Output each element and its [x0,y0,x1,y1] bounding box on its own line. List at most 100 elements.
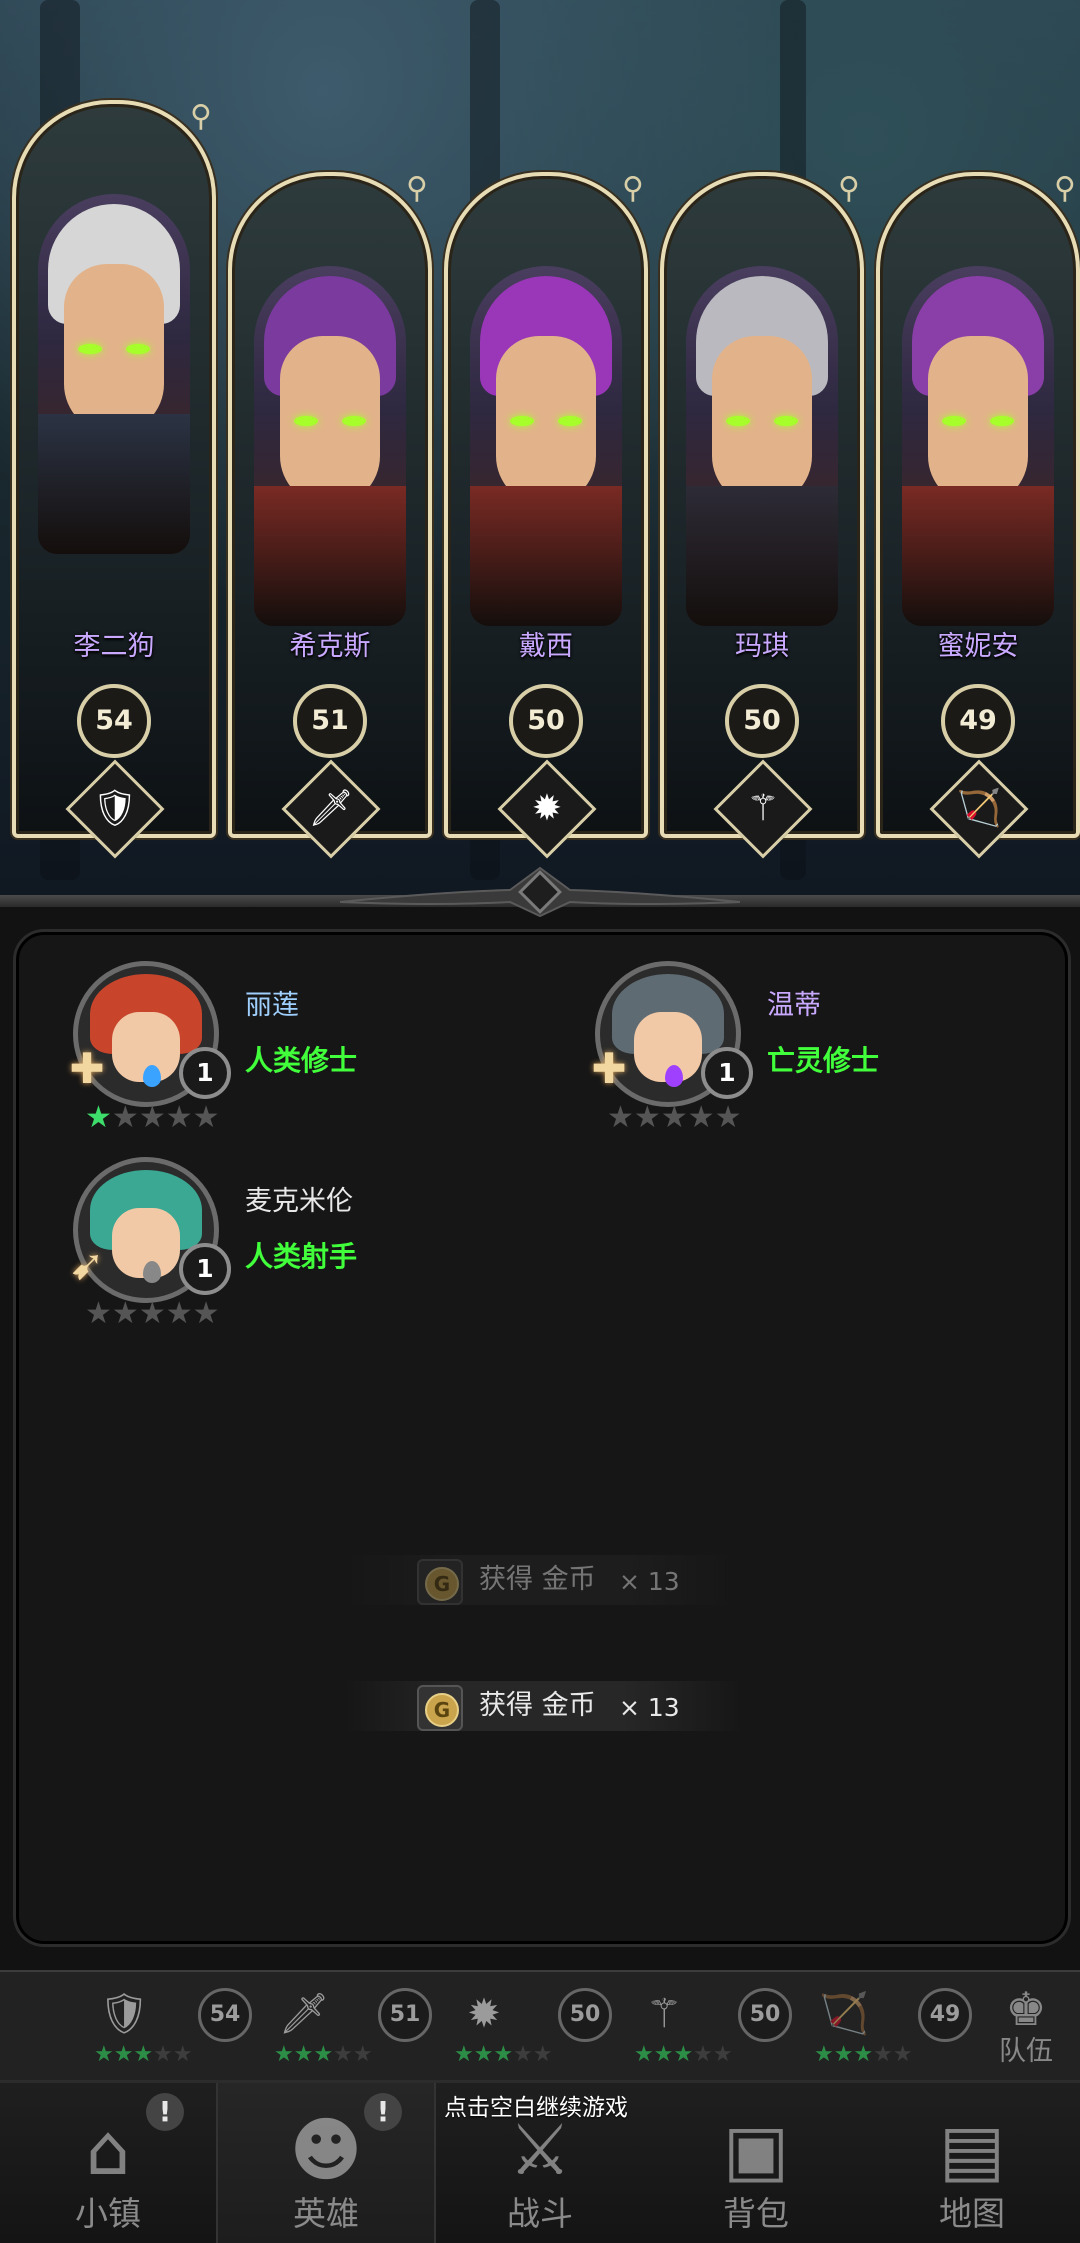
team-slot-level: 54 [198,1988,252,2042]
team-slot-stars: ★★★★★ [634,2042,733,2067]
hero-portrait [902,266,1054,626]
hero-eye [726,416,750,426]
crossbow-icon: ➹ [69,1240,105,1289]
hero-portrait [686,266,838,626]
hero-name: 蜜妮安 [937,631,1019,662]
coin-icon: G [417,1685,463,1731]
hero-card[interactable]: ⚲ 玛琪 50 ⚚ [660,171,864,859]
team-slot[interactable]: 🛡 54 ★★★★★ [88,1984,258,2067]
team-button[interactable]: ♚ 队伍 [976,1984,1076,2074]
hero-eye [942,416,966,426]
hero-name: 戴西 [519,631,573,662]
star-icon: ★ [633,1100,661,1135]
element-gem [143,1065,161,1087]
team-slot[interactable]: ✹ 50 ★★★★★ [448,1984,618,2067]
hero-armor [470,486,622,626]
nav-tab-4[interactable]: ▤ 地图 [864,2083,1080,2243]
team-slot-stars: ★★★★★ [274,2042,373,2067]
hero-level-badge: 49 [941,684,1015,758]
star-icon: ★ [165,1296,193,1331]
hero-armor [38,414,190,554]
team-slot[interactable]: ⚚ 50 ★★★★★ [628,1984,798,2067]
team-slot-level: 50 [738,1988,792,2042]
alert-icon: ! [146,2093,184,2131]
hero-type: 亡灵修士 [767,1044,880,1077]
nav-tab-3[interactable]: ▣ 背包 [648,2083,864,2243]
star-icon: ★ [111,1296,139,1331]
map-icon: ▤ [938,2109,1006,2191]
hero-name: 丽莲 [245,990,299,1021]
hero-card[interactable]: ⚲ 希克斯 51 🗡 [228,171,432,859]
hero-name: 李二狗 [73,631,155,662]
hero-list-item[interactable]: ✚ 1 ★★★★★ 丽莲 人类修士 [19,961,519,1141]
star-icon: ★ [138,1100,166,1135]
coin-icon: G [417,1559,463,1605]
shield-icon: 🛡 [92,788,138,829]
hero-level-badge: 1 [701,1047,753,1099]
magnify-icon[interactable]: ⚲ [398,170,436,208]
hero-eye [126,344,150,354]
magnify-icon[interactable]: ⚲ [614,170,652,208]
star-icon: ★ [85,1296,112,1331]
hero-level-badge: 1 [179,1047,231,1099]
hero-name: 玛琪 [735,631,789,662]
hero-portrait [254,266,406,626]
magnify-icon[interactable]: ⚲ [830,170,868,208]
hero-portrait [38,194,190,554]
team-slot[interactable]: 🗡 51 ★★★★★ [268,1984,438,2067]
team-slot[interactable]: 🏹 49 ★★★★★ [808,1984,978,2067]
dagger-icon: 🗡 [308,788,354,829]
star-icon: ★ [714,1100,742,1135]
hero-list-item[interactable]: ✚ 1 ★★★★★ 温蒂 亡灵修士 [541,961,1041,1141]
nav-tab-label: 英雄 [293,2194,359,2233]
team-slot-stars: ★★★★★ [454,2042,553,2067]
nav-tab-1[interactable]: ☻ 英雄! [216,2083,436,2243]
hero-list-item[interactable]: ➹ 1 ★★★★★ 麦克米伦 人类射手 [19,1157,519,1337]
magnify-icon[interactable]: ⚲ [1046,170,1080,208]
nav-tab-label: 战斗 [507,2194,573,2233]
star-icon: ★ [138,1296,166,1331]
star-icon: ★ [660,1100,688,1135]
nav-tab-0[interactable]: ⌂ 小镇! [0,2083,216,2243]
staff-icon: ⚚ [746,788,780,829]
hero-card[interactable]: ⚲ 李二狗 54 🛡 [12,99,216,859]
town-icon: ⌂ [85,2109,131,2191]
hero-card[interactable]: ⚲ 蜜妮安 49 🏹 [876,170,1080,859]
team-slot-level: 49 [918,1988,972,2042]
reward-toast: G 获得 金币 × 13 [343,1555,743,1605]
star-icon: ★ [165,1100,193,1135]
hero-eye [294,416,318,426]
reward-qty: × 13 [619,1567,680,1596]
hero-card[interactable]: ⚲ 戴西 50 ✹ [444,171,648,859]
magnify-icon[interactable]: ⚲ [182,98,220,136]
reward-text: 获得 金币 [479,1690,596,1721]
star-icon: ★ [192,1296,220,1331]
team-slot-level: 51 [378,1988,432,2042]
dagger-icon: 🗡 [278,1991,330,2037]
hero-level-badge: 50 [725,684,799,758]
team-button-label: 队伍 [999,2036,1053,2067]
continue-hint: 点击空白继续游戏 [444,2095,628,2121]
hero-type: 人类修士 [245,1044,358,1077]
bow-icon: 🏹 [956,788,1002,829]
holy-emblem-icon: ✹ [467,1991,501,2037]
reward-text: 获得 金币 [479,1564,596,1595]
hero-level-badge: 51 [293,684,367,758]
alert-icon: ! [364,2093,402,2131]
holy-cross-icon: ✚ [69,1044,105,1093]
hero-armor [902,486,1054,626]
element-gem [143,1261,161,1283]
holy-cross-icon: ✚ [591,1044,627,1093]
star-icon: ★ [85,1100,112,1135]
hero-eye [342,416,366,426]
star-icon: ★ [687,1100,715,1135]
hero-level-badge: 54 [77,684,151,758]
star-icon: ★ [607,1100,634,1135]
star-rating: ★★★★★ [607,1103,742,1133]
hero-eye [774,416,798,426]
nav-tab-label: 小镇 [75,2194,141,2233]
team-slot-stars: ★★★★★ [814,2042,913,2067]
hero-armor [686,486,838,626]
star-icon: ★ [192,1100,220,1135]
hero-eye [510,416,534,426]
